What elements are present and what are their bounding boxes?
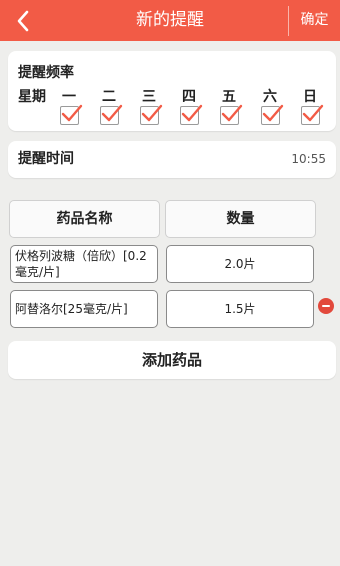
day-checkbox-mon[interactable] — [60, 104, 83, 125]
confirm-button[interactable]: 确定 — [289, 0, 340, 41]
reminder-time-row[interactable]: 提醒时间 10:55 — [8, 141, 336, 178]
day-checkbox-fri[interactable] — [220, 104, 243, 125]
remove-medicine-icon[interactable] — [318, 298, 334, 314]
medicine-name-header: 药品名称 — [9, 200, 160, 238]
medicine-name-cell[interactable]: 伏格列波糖（倍欣）[0.2毫克/片] — [10, 245, 158, 283]
day-checkbox-sat[interactable] — [261, 104, 284, 125]
medicine-name-cell[interactable]: 阿替洛尔[25毫克/片] — [10, 290, 158, 328]
day-checkbox-wed[interactable] — [140, 104, 163, 125]
add-medicine-button[interactable]: 添加药品 — [8, 341, 336, 379]
checkmark-icon — [262, 104, 284, 122]
checkmark-icon — [141, 104, 163, 122]
checkmark-icon — [302, 104, 324, 122]
week-label: 星期 — [18, 89, 46, 105]
checkmark-icon — [101, 104, 123, 122]
day-checkbox-thu[interactable] — [180, 104, 203, 125]
reminder-time-value: 10:55 — [291, 152, 326, 166]
checkmark-icon — [181, 104, 203, 122]
top-bar: 新的提醒 确定 — [0, 0, 340, 41]
quantity-header: 数量 — [165, 200, 316, 238]
medicine-quantity-cell[interactable]: 1.5片 — [166, 290, 314, 328]
medicine-quantity-cell[interactable]: 2.0片 — [166, 245, 314, 283]
checkmark-icon — [221, 104, 243, 122]
checkmark-icon — [61, 104, 83, 122]
frequency-title: 提醒频率 — [18, 65, 74, 81]
day-checkbox-sun[interactable] — [301, 104, 324, 125]
frequency-card: 提醒频率 星期 一 二 三 四 五 六 日 — [8, 51, 336, 131]
reminder-time-label: 提醒时间 — [18, 151, 74, 167]
day-checkbox-tue[interactable] — [100, 104, 123, 125]
